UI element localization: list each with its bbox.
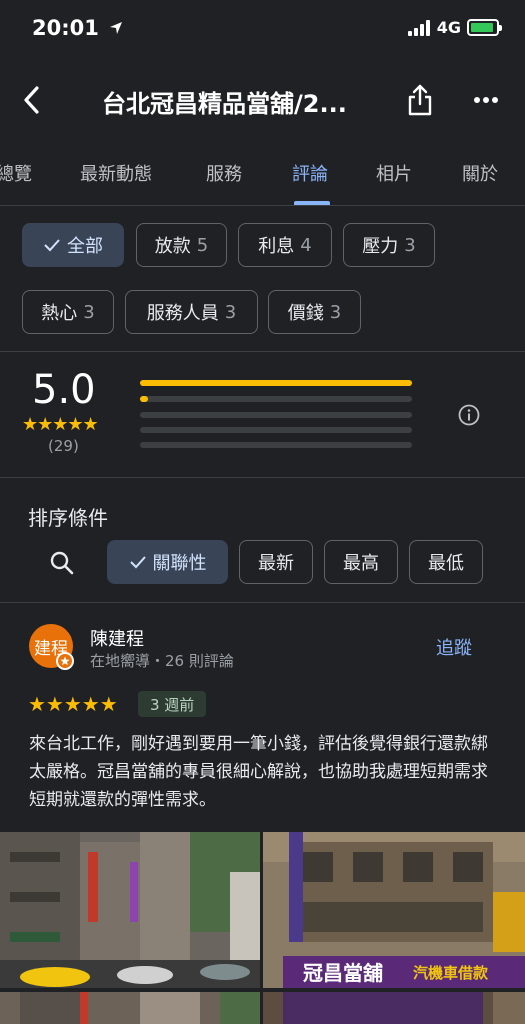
more-options-button[interactable] bbox=[468, 80, 504, 120]
rating-bar-3 bbox=[140, 412, 412, 418]
filter-chip-count: 4 bbox=[300, 234, 312, 256]
filter-chip-label: 放款 bbox=[154, 236, 191, 257]
share-button[interactable] bbox=[402, 80, 438, 120]
sort-chip-newest[interactable]: 最新 bbox=[239, 540, 313, 584]
filter-chip-enthusiastic[interactable]: 熱心 3 bbox=[22, 290, 114, 334]
active-tab-indicator bbox=[294, 201, 330, 205]
filter-chip-pressure[interactable]: 壓力 3 bbox=[343, 223, 435, 267]
sort-chip-label: 最高 bbox=[343, 553, 379, 574]
reviewer-name[interactable]: 陳建程 bbox=[90, 625, 144, 651]
more-horizontal-icon bbox=[474, 97, 498, 103]
sort-chip-highest[interactable]: 最高 bbox=[324, 540, 398, 584]
filter-chip-count: 3 bbox=[329, 301, 342, 323]
filter-chip-label: 利息 bbox=[258, 236, 295, 257]
filter-chip-label: 全部 bbox=[67, 236, 103, 257]
status-time: 20:01 bbox=[32, 16, 124, 40]
reviewer-meta: 在地嚮導・26 則評論 bbox=[90, 652, 234, 670]
back-button[interactable] bbox=[14, 80, 50, 120]
network-label: 4G bbox=[436, 18, 461, 37]
review-photo[interactable]: 冠昌當舖 汽機車借款 bbox=[263, 832, 525, 988]
review-stars: ★★★★★ bbox=[28, 692, 118, 716]
rating-bar-fill bbox=[140, 396, 149, 402]
tab-overview[interactable]: 總覽 bbox=[0, 160, 32, 186]
sort-chip-relevance[interactable]: 關聯性 bbox=[107, 540, 228, 584]
tab-reviews[interactable]: 評論 bbox=[292, 160, 328, 186]
rating-bar-5 bbox=[140, 380, 412, 386]
filter-chip-all[interactable]: 全部 bbox=[22, 223, 124, 267]
rating-bar-1 bbox=[140, 442, 412, 448]
rating-bar-2 bbox=[140, 427, 412, 433]
filter-chip-count: 5 bbox=[196, 234, 209, 256]
status-icons: 4G bbox=[407, 18, 502, 37]
tab-bar: 總覽 最新動態 服務 評論 相片 關於 bbox=[0, 142, 525, 206]
rating-bar-4 bbox=[140, 396, 412, 402]
sort-chip-label: 最低 bbox=[428, 553, 464, 574]
filter-chip-label: 服務人員 bbox=[146, 303, 219, 324]
location-arrow-icon bbox=[110, 22, 123, 34]
filter-chip-label: 價錢 bbox=[287, 303, 324, 324]
check-icon bbox=[44, 239, 60, 252]
filter-chip-price[interactable]: 價錢 3 bbox=[268, 290, 361, 334]
review-time-badge: 3 週前 bbox=[138, 691, 207, 717]
section-divider bbox=[0, 477, 525, 478]
filter-chip-interest[interactable]: 利息 4 bbox=[238, 223, 332, 267]
filter-chip-label: 熱心 bbox=[41, 303, 78, 324]
shop-sign-text: 冠昌當舖 bbox=[303, 961, 383, 985]
status-bar: 20:01 4G bbox=[0, 0, 525, 58]
review-photo[interactable] bbox=[0, 832, 260, 988]
info-icon[interactable] bbox=[458, 404, 480, 426]
rating-count: (29) bbox=[48, 437, 79, 455]
review-text: 來台北工作，剛好遇到要用一筆小錢，評估後覺得銀行還款綁太嚴格。冠昌當舖的專員很細… bbox=[29, 734, 488, 810]
battery-icon bbox=[467, 19, 502, 36]
back-arrow-icon bbox=[24, 86, 39, 114]
filter-chip-lending[interactable]: 放款 5 bbox=[136, 223, 227, 267]
local-guide-badge-icon bbox=[56, 652, 74, 670]
section-divider bbox=[0, 602, 525, 603]
search-icon bbox=[50, 551, 74, 575]
shop-sign-text: 汽機車借款 bbox=[413, 964, 489, 982]
tab-photos[interactable]: 相片 bbox=[376, 160, 412, 186]
tab-about[interactable]: 關於 bbox=[462, 160, 498, 186]
tab-updates[interactable]: 最新動態 bbox=[80, 160, 152, 186]
search-reviews-button[interactable] bbox=[44, 545, 80, 581]
place-title: 台北冠昌精品當舖/2... bbox=[102, 90, 347, 118]
signal-icon bbox=[407, 19, 430, 36]
sort-chip-label: 關聯性 bbox=[152, 553, 207, 574]
sort-chip-label: 最新 bbox=[258, 553, 294, 574]
rating-stars: ★★★★★ bbox=[22, 414, 99, 435]
rating-score: 5.0 bbox=[32, 367, 96, 413]
tab-services[interactable]: 服務 bbox=[206, 160, 242, 186]
sort-title: 排序條件 bbox=[28, 506, 108, 530]
rating-bar-fill bbox=[140, 380, 412, 386]
filter-chip-staff[interactable]: 服務人員 3 bbox=[125, 290, 258, 334]
share-icon bbox=[408, 84, 432, 116]
filter-chip-count: 3 bbox=[83, 301, 95, 323]
section-divider bbox=[0, 351, 525, 352]
check-icon bbox=[129, 556, 146, 569]
filter-chip-count: 3 bbox=[404, 234, 416, 256]
filter-chip-count: 3 bbox=[224, 301, 237, 323]
review-photo[interactable] bbox=[0, 992, 260, 1024]
review-photo[interactable] bbox=[263, 992, 525, 1024]
filter-chip-label: 壓力 bbox=[362, 236, 399, 257]
follow-button[interactable]: 追蹤 bbox=[436, 634, 472, 660]
status-time-text: 20:01 bbox=[32, 16, 99, 40]
sort-chip-lowest[interactable]: 最低 bbox=[409, 540, 483, 584]
app-header: 台北冠昌精品當舖/2... bbox=[0, 70, 525, 130]
